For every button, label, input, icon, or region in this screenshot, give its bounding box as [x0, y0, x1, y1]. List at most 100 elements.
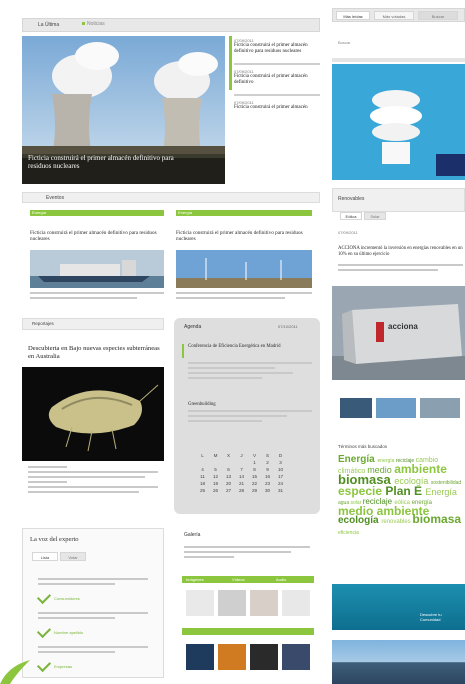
calendar-day[interactable]: [209, 459, 222, 466]
tag-link[interactable]: renovables: [381, 519, 412, 525]
divider: [234, 94, 320, 96]
galeria-btn-audio[interactable]: Audio: [276, 577, 286, 582]
tab-buscar[interactable]: Buscar: [418, 11, 458, 20]
gallery-thumb[interactable]: [186, 590, 214, 616]
card-image-ship[interactable]: [30, 250, 164, 288]
gallery-thumb[interactable]: [282, 644, 310, 670]
voice-item[interactable]: Consumidores: [54, 597, 80, 601]
voice-tab-votar[interactable]: Votar: [60, 552, 86, 561]
calendar-day[interactable]: 23: [261, 480, 274, 487]
divider: [234, 63, 320, 65]
calendar-day[interactable]: 27: [222, 487, 235, 494]
calendar-day[interactable]: [196, 459, 209, 466]
calendar-day[interactable]: 30: [261, 487, 274, 494]
sidebar-thumb[interactable]: [340, 398, 372, 418]
calendar-day[interactable]: 6: [222, 466, 235, 473]
calendar-day[interactable]: 29: [248, 487, 261, 494]
calendar-day[interactable]: 20: [222, 480, 235, 487]
calendar-day[interactable]: 9: [261, 466, 274, 473]
calendar-day[interactable]: 5: [209, 466, 222, 473]
acciona-image[interactable]: [332, 286, 465, 380]
voice-item[interactable]: Nombre apellido: [54, 631, 83, 635]
renovables-excerpt: [338, 264, 463, 274]
sidebar-ad-lightbulb[interactable]: [332, 64, 465, 180]
featured-title[interactable]: Descubierta en Bajo nuevas especies subt…: [28, 345, 166, 360]
gallery-thumb[interactable]: [218, 644, 246, 670]
voice-tab-lista[interactable]: Lista: [32, 552, 58, 561]
voice-title: La voz del experto: [30, 536, 79, 543]
search-input[interactable]: Buscar: [338, 40, 458, 48]
calendar-weekday: S: [265, 453, 270, 458]
gallery-thumb[interactable]: [282, 590, 310, 616]
calendar-day[interactable]: 1: [248, 459, 261, 466]
card-image-windfarm[interactable]: [176, 250, 312, 288]
card-category: Energía: [32, 210, 47, 215]
hero-caption[interactable]: Ficticia construirá el primer almacén de…: [28, 154, 198, 170]
card-category-bar: [30, 210, 164, 216]
calendar-day[interactable]: 14: [235, 473, 248, 480]
sidebar-thumb[interactable]: [420, 398, 460, 418]
agenda-event-title[interactable]: Conferencia de Eficiencia Energética en …: [188, 344, 314, 350]
calendar-weekday: L: [201, 453, 204, 458]
renovables-date: 07/09/2011: [338, 230, 358, 235]
galeria-btn-imagenes[interactable]: Imágenes: [186, 577, 204, 582]
renovables-news-title[interactable]: ACCIONA incrementó la inversión en energ…: [338, 246, 465, 257]
calendar-day[interactable]: 3: [274, 459, 287, 466]
calendar-day[interactable]: 19: [209, 480, 222, 487]
tab-la-ultima[interactable]: La Última: [38, 22, 59, 28]
calendar-day[interactable]: 24: [274, 480, 287, 487]
calendar-day[interactable]: 26: [209, 487, 222, 494]
calendar-day[interactable]: 28: [235, 487, 248, 494]
tag-link[interactable]: Energía: [338, 454, 377, 465]
sidebar-banner[interactable]: [332, 584, 465, 630]
agenda-subtitle[interactable]: Greenbuilding: [188, 402, 216, 408]
tag-link[interactable]: ecología: [338, 515, 381, 526]
calendar-day[interactable]: 4: [196, 466, 209, 473]
tag-link[interactable]: Energía: [425, 487, 457, 497]
calendar-day[interactable]: 18: [196, 480, 209, 487]
tab-eolica[interactable]: Eólica: [340, 212, 362, 220]
calendar-day[interactable]: 10: [274, 466, 287, 473]
calendar-day[interactable]: 2: [261, 459, 274, 466]
calendar-weekday: D: [278, 453, 283, 458]
sidebar-thumb[interactable]: [376, 398, 416, 418]
galeria-btn-videos[interactable]: Vídeos: [232, 577, 244, 582]
tab-noticias[interactable]: Noticias: [82, 22, 105, 27]
featured-image[interactable]: [22, 367, 164, 461]
calendar-day[interactable]: 13: [222, 473, 235, 480]
sidebar-banner-solar[interactable]: [332, 640, 465, 684]
card-title[interactable]: Ficticia construirá el primer almacén de…: [176, 230, 312, 242]
calendar-day[interactable]: 11: [196, 473, 209, 480]
calendar-day[interactable]: 25: [196, 487, 209, 494]
tag-link[interactable]: eficiencia: [338, 530, 359, 536]
tab-mas-votadas[interactable]: Más votadas: [374, 11, 414, 20]
gallery-thumb[interactable]: [250, 644, 278, 670]
calendar-day[interactable]: 12: [209, 473, 222, 480]
calendar-day[interactable]: 8: [248, 466, 261, 473]
calendar-day[interactable]: [235, 459, 248, 466]
card-title[interactable]: Ficticia construirá el primer almacén de…: [30, 230, 164, 242]
news-item[interactable]: 07/09/2011 Ficticia construirá el primer…: [234, 100, 320, 111]
calendar-day[interactable]: 7: [235, 466, 248, 473]
tab-solar[interactable]: Solar: [364, 212, 386, 220]
calendar-day[interactable]: 15: [248, 473, 261, 480]
tag-link[interactable]: biomasa: [412, 512, 461, 526]
voice-item[interactable]: Empresas: [54, 665, 72, 669]
calendar-day[interactable]: [222, 459, 235, 466]
calendar-day[interactable]: 16: [261, 473, 274, 480]
tag-link[interactable]: ambiente: [394, 462, 447, 476]
tag-link[interactable]: especie: [338, 484, 385, 498]
calendar-day[interactable]: 17: [274, 473, 287, 480]
gallery-thumb[interactable]: [186, 644, 214, 670]
news-item[interactable]: 07/09/2011 Ficticia construirá el primer…: [234, 69, 320, 86]
card-excerpt: [30, 292, 164, 302]
tag-link[interactable]: sostenibilidad: [431, 480, 461, 486]
calendar-day[interactable]: 21: [235, 480, 248, 487]
tag-link[interactable]: Plan E: [385, 484, 425, 498]
gallery-thumb[interactable]: [218, 590, 246, 616]
tab-mas-leidas[interactable]: Más leídas: [336, 11, 370, 20]
calendar-day[interactable]: 31: [274, 487, 287, 494]
news-item[interactable]: 07/09/2011 Ficticia construirá el primer…: [234, 38, 320, 55]
calendar-day[interactable]: 22: [248, 480, 261, 487]
gallery-thumb[interactable]: [250, 590, 278, 616]
